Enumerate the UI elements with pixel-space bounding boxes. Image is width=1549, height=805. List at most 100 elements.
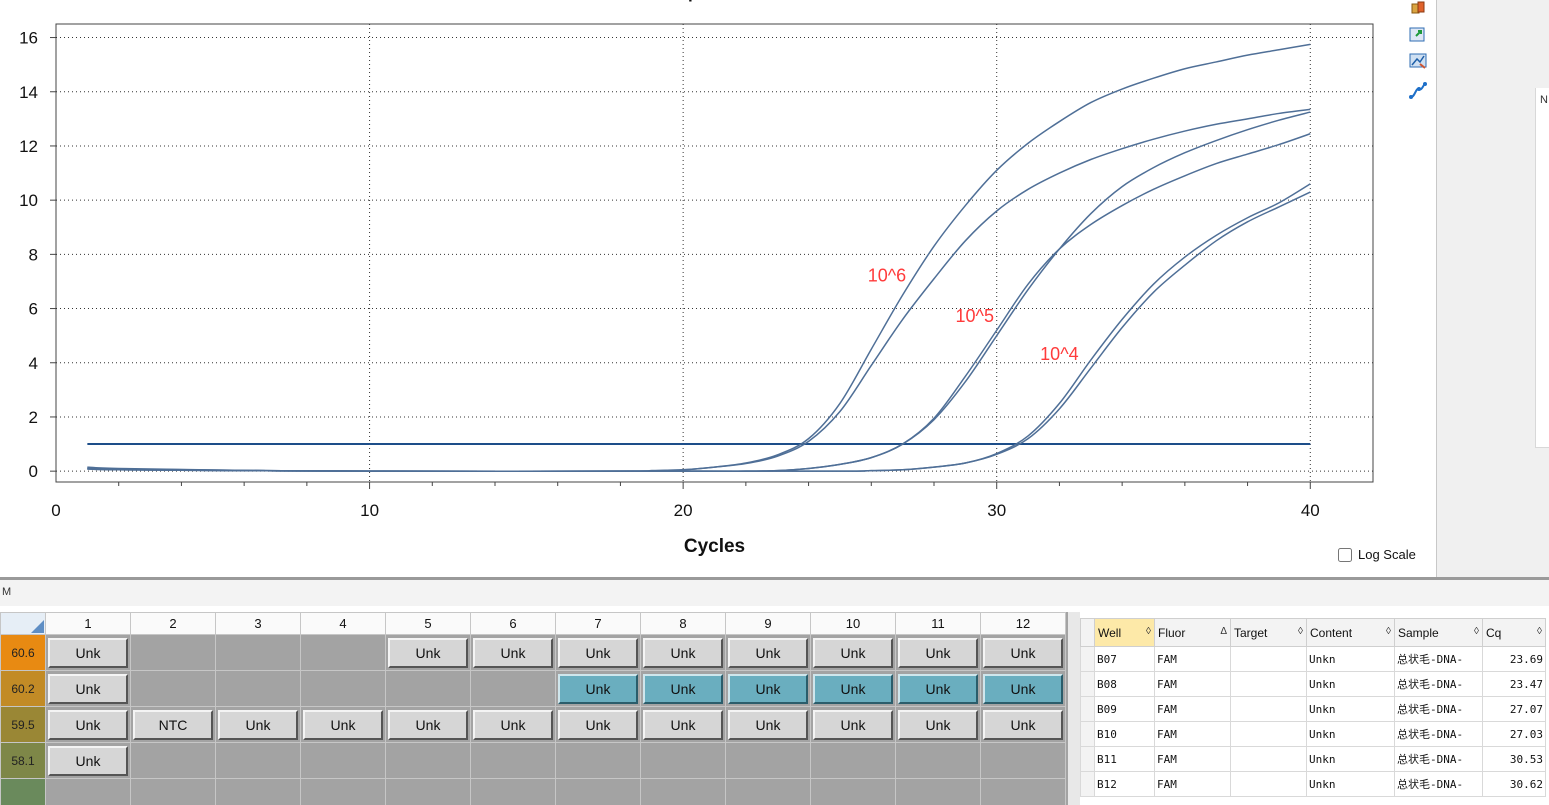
plate-well[interactable]: Unk [45, 634, 131, 671]
plate-column-header[interactable]: 12 [980, 612, 1066, 635]
results-header-fluor[interactable]: Δ Fluor [1154, 618, 1231, 647]
row-selector[interactable] [1080, 646, 1095, 672]
plate-well[interactable]: Unk [980, 634, 1066, 671]
plate-well[interactable]: Unk [300, 706, 386, 743]
results-header-cq[interactable]: ◊ Cq [1482, 618, 1546, 647]
log-scale-toggle[interactable]: Log Scale [1338, 547, 1416, 562]
well-button[interactable]: Unk [643, 709, 723, 740]
plate-well[interactable]: Unk [725, 670, 811, 707]
sort-icon[interactable]: ◊ [1474, 626, 1479, 637]
sort-icon[interactable]: ◊ [1146, 626, 1151, 637]
plate-well[interactable] [130, 634, 216, 671]
plate-column-header[interactable]: 4 [300, 612, 386, 635]
plate-well[interactable] [810, 742, 896, 779]
row-temperature[interactable]: 60.6 [0, 634, 46, 671]
plate-well[interactable] [215, 742, 301, 779]
well-button[interactable]: Unk [388, 709, 468, 740]
well-button[interactable]: Unk [218, 709, 298, 740]
plate-column-header[interactable]: 8 [640, 612, 726, 635]
plate-corner[interactable] [0, 612, 46, 635]
plate-well[interactable] [725, 778, 811, 805]
plate-well[interactable] [555, 778, 641, 805]
copy-icon[interactable] [1408, 0, 1428, 16]
plate-well[interactable]: Unk [385, 706, 471, 743]
plate-well[interactable]: Unk [725, 634, 811, 671]
curve-icon[interactable] [1408, 81, 1428, 101]
plate-well[interactable]: Unk [640, 634, 726, 671]
results-row[interactable]: B08 FAM Unkn 总状毛-DNA- 23.47 [1080, 671, 1546, 697]
results-row[interactable]: B12 FAM Unkn 总状毛-DNA- 30.62 [1080, 771, 1546, 797]
plate-column-header[interactable]: 1 [45, 612, 131, 635]
plate-well[interactable] [895, 742, 981, 779]
plate-well[interactable]: Unk [555, 670, 641, 707]
row-selector[interactable] [1080, 746, 1095, 772]
well-button[interactable]: Unk [728, 709, 808, 740]
results-row[interactable]: B09 FAM Unkn 总状毛-DNA- 27.07 [1080, 696, 1546, 722]
well-button[interactable]: Unk [303, 709, 383, 740]
plate-column-header[interactable]: 10 [810, 612, 896, 635]
plate-column-header[interactable]: 3 [215, 612, 301, 635]
plate-well[interactable]: Unk [640, 706, 726, 743]
well-button[interactable]: Unk [473, 637, 553, 668]
plate-well[interactable] [215, 634, 301, 671]
well-button[interactable]: Unk [898, 673, 978, 704]
well-button[interactable]: Unk [48, 745, 128, 776]
well-button[interactable]: Unk [813, 709, 893, 740]
plate-well[interactable] [130, 670, 216, 707]
chart-settings-icon[interactable] [1408, 51, 1428, 71]
results-header-target[interactable]: ◊ Target [1230, 618, 1307, 647]
plate-well[interactable] [555, 742, 641, 779]
plate-well[interactable] [470, 778, 556, 805]
row-selector[interactable] [1080, 671, 1095, 697]
plate-column-header[interactable]: 2 [130, 612, 216, 635]
plate-well[interactable] [470, 742, 556, 779]
plate-well[interactable] [385, 742, 471, 779]
well-button[interactable]: Unk [983, 637, 1063, 668]
plate-well[interactable] [385, 670, 471, 707]
well-button[interactable]: Unk [983, 709, 1063, 740]
sort-icon[interactable]: Δ [1220, 626, 1227, 637]
plate-well[interactable] [640, 742, 726, 779]
row-selector[interactable] [1080, 696, 1095, 722]
plate-well[interactable] [300, 778, 386, 805]
results-header-sample[interactable]: ◊ Sample [1394, 618, 1483, 647]
results-header-content[interactable]: ◊ Content [1306, 618, 1395, 647]
well-button[interactable]: Unk [813, 673, 893, 704]
well-button[interactable]: Unk [388, 637, 468, 668]
results-header-well[interactable]: ◊ Well [1094, 618, 1155, 647]
plate-well[interactable] [215, 670, 301, 707]
plate-column-header[interactable]: 6 [470, 612, 556, 635]
plate-well[interactable]: Unk [640, 670, 726, 707]
sort-icon[interactable]: ◊ [1537, 626, 1542, 637]
plate-well[interactable]: Unk [895, 706, 981, 743]
row-selector[interactable] [1080, 721, 1095, 747]
well-button[interactable]: Unk [48, 673, 128, 704]
row-temperature[interactable]: 60.2 [0, 670, 46, 707]
plate-well[interactable]: Unk [810, 670, 896, 707]
well-button[interactable]: NTC [133, 709, 213, 740]
plate-well[interactable] [470, 670, 556, 707]
plate-well[interactable]: Unk [810, 634, 896, 671]
plate-well[interactable] [640, 778, 726, 805]
plate-well[interactable] [895, 778, 981, 805]
row-selector[interactable] [1080, 771, 1095, 797]
plate-well[interactable]: Unk [980, 706, 1066, 743]
plate-well[interactable] [215, 778, 301, 805]
plate-well[interactable] [725, 742, 811, 779]
plate-well[interactable] [130, 778, 216, 805]
plate-column-header[interactable]: 11 [895, 612, 981, 635]
results-row[interactable]: B11 FAM Unkn 总状毛-DNA- 30.53 [1080, 746, 1546, 772]
sort-icon[interactable]: ◊ [1386, 626, 1391, 637]
well-button[interactable]: Unk [48, 709, 128, 740]
plate-well[interactable]: Unk [555, 706, 641, 743]
plate-well[interactable] [980, 778, 1066, 805]
plate-well[interactable]: Unk [385, 634, 471, 671]
plate-well[interactable]: Unk [980, 670, 1066, 707]
results-row[interactable]: B10 FAM Unkn 总状毛-DNA- 27.03 [1080, 721, 1546, 747]
plate-well[interactable]: Unk [45, 742, 131, 779]
well-button[interactable]: Unk [813, 637, 893, 668]
plate-well[interactable]: Unk [45, 706, 131, 743]
plate-well[interactable] [980, 742, 1066, 779]
plate-column-header[interactable]: 7 [555, 612, 641, 635]
plate-well[interactable] [300, 670, 386, 707]
